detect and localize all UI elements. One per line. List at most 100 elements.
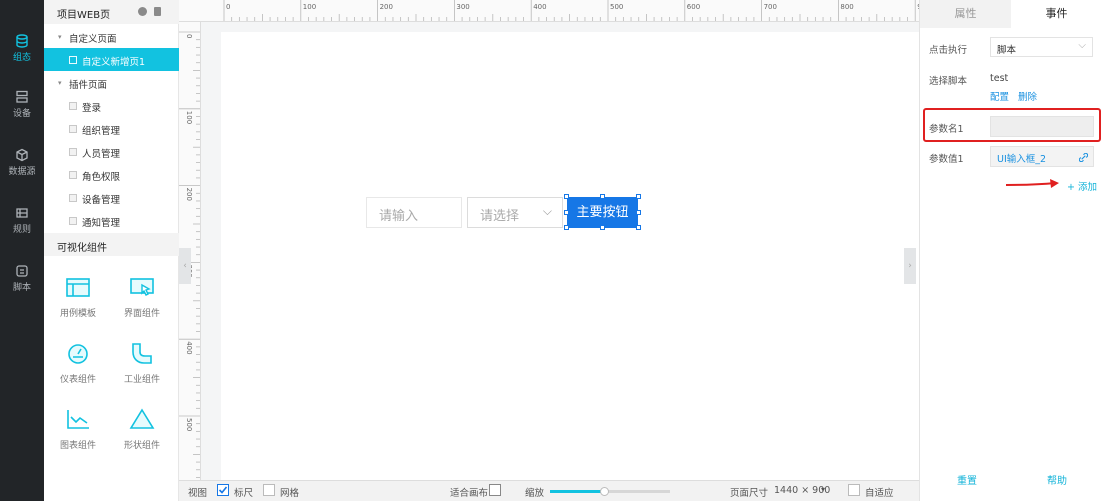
tree-item-roles[interactable]: 角色权限: [44, 163, 179, 186]
script-label: 选择脚本: [929, 76, 968, 87]
design-canvas[interactable]: [221, 32, 919, 480]
tab-events[interactable]: 事件: [1011, 0, 1102, 28]
click-action-value: 脚本: [997, 45, 1017, 56]
zoom-slider-fill: [550, 490, 604, 493]
red-arrow: [1005, 179, 1059, 188]
template-icon: [66, 278, 90, 297]
canvas-select[interactable]: 请选择 ⌵: [467, 197, 563, 228]
auto-fit-label: 自适应: [865, 488, 894, 499]
highlight-box: [923, 108, 1101, 142]
component-shape[interactable]: 形状组件: [112, 408, 172, 451]
canvas-primary-button[interactable]: 主要按钮: [567, 197, 638, 228]
zoom-slider-knob[interactable]: [600, 487, 609, 496]
reset-button[interactable]: 重置: [957, 472, 977, 487]
click-action-label: 点击执行: [929, 45, 968, 56]
link-icon[interactable]: [1079, 153, 1088, 162]
help-button[interactable]: 帮助: [1047, 472, 1067, 487]
tree-item-login[interactable]: 登录: [44, 94, 179, 117]
resize-handle[interactable]: [636, 225, 641, 230]
ruler-top: 010020030040050060070080090: [219, 0, 919, 22]
tree-item-label: 设备管理: [82, 195, 121, 206]
component-ui[interactable]: 界面组件: [112, 276, 172, 319]
resize-handle[interactable]: [600, 225, 605, 230]
ruler-top-label: 200: [380, 3, 393, 11]
component-label: 工业组件: [123, 375, 160, 385]
tree-item-label: 角色权限: [82, 172, 121, 183]
tree-item-org[interactable]: 组织管理: [44, 117, 179, 140]
ruler-corner: [179, 0, 219, 22]
delete-link[interactable]: 删除: [1018, 89, 1037, 103]
zoom-label: 缩放: [525, 488, 545, 499]
rail-item-script[interactable]: 脚本: [0, 262, 44, 302]
chevron-down-icon: ⌵: [542, 204, 552, 218]
config-link[interactable]: 配置: [990, 89, 1009, 103]
resize-handle[interactable]: [564, 194, 569, 199]
tree-item-label: 自定义新增页1: [82, 57, 146, 68]
trash-icon[interactable]: [154, 7, 161, 16]
tree-group-label: 插件页面: [69, 80, 108, 91]
component-label: 图表组件: [59, 441, 96, 451]
rail-label: 组态: [12, 53, 31, 63]
ruler-checkbox[interactable]: [217, 484, 229, 496]
fit-canvas-label[interactable]: 适合画布: [450, 485, 488, 499]
tree-item-notify[interactable]: 通知管理: [44, 209, 179, 232]
tree-header: 项目WEB页: [44, 0, 179, 24]
component-industrial[interactable]: 工业组件: [112, 342, 172, 385]
checkmark-icon: [218, 486, 228, 494]
button-label: 主要按钮: [576, 205, 629, 220]
database-icon: [16, 34, 28, 48]
tree-item-people[interactable]: 人员管理: [44, 140, 179, 163]
collapse-left-button[interactable]: ‹: [179, 248, 191, 284]
caret-down-icon[interactable]: ▾: [821, 485, 825, 494]
tree-item-devices[interactable]: 设备管理: [44, 186, 179, 209]
tree-item-label: 人员管理: [82, 149, 121, 160]
component-label: 形状组件: [123, 441, 160, 451]
resize-handle[interactable]: [636, 194, 641, 199]
rule-icon: [16, 208, 28, 218]
ruler-top-label: 600: [687, 3, 700, 11]
rail-item-config[interactable]: 组态: [0, 32, 44, 72]
collapse-right-button[interactable]: ›: [904, 248, 916, 284]
property-panel: 属性 事件 点击执行 脚本 ⌵ 选择脚本 test 配置 删除 参数名1 参数值…: [919, 0, 1102, 501]
tab-properties[interactable]: 属性: [920, 0, 1011, 28]
param-value-input[interactable]: UI输入框_2: [990, 146, 1094, 167]
resize-handle[interactable]: [636, 210, 641, 215]
select-placeholder: 请选择: [480, 209, 520, 224]
ruler-top-label: 300: [456, 3, 469, 11]
tree-item-custom-page-1[interactable]: 自定义新增页1: [44, 48, 179, 71]
chevron-down-icon: ⌵: [1078, 40, 1086, 51]
component-gauge[interactable]: 仪表组件: [48, 342, 108, 385]
grid-checkbox[interactable]: [263, 484, 275, 496]
tree-group-custom[interactable]: ▾ 自定义页面: [44, 25, 179, 48]
rail-item-datasource[interactable]: 数据源: [0, 146, 44, 186]
param-value-text: UI输入框_2: [997, 154, 1047, 165]
caret-down-icon: ▾: [58, 79, 62, 87]
resize-handle[interactable]: [600, 194, 605, 199]
ui-component-icon: [130, 278, 154, 296]
resize-handle[interactable]: [564, 210, 569, 215]
ruler-top-label: 500: [610, 3, 623, 11]
canvas-text-input[interactable]: 请输入: [366, 197, 462, 228]
add-page-icon[interactable]: [138, 7, 147, 16]
rail-item-device[interactable]: 设备: [0, 88, 44, 128]
click-action-select[interactable]: 脚本 ⌵: [990, 37, 1093, 57]
server-icon: [16, 90, 28, 103]
page-icon: [69, 217, 77, 225]
gauge-icon: [68, 344, 88, 364]
component-template[interactable]: 用例模板: [48, 276, 108, 319]
auto-fit-checkbox[interactable]: [848, 484, 860, 496]
rail-item-rule[interactable]: 规则: [0, 204, 44, 244]
tree-group-label: 自定义页面: [69, 34, 117, 45]
input-placeholder: 请输入: [379, 209, 419, 224]
tree-group-plugin[interactable]: ▾ 插件页面: [44, 71, 179, 94]
component-chart[interactable]: 图表组件: [48, 408, 108, 451]
fit-canvas-icon[interactable]: [489, 484, 501, 496]
ruler-top-label: 700: [764, 3, 777, 11]
grid-label: 网格: [280, 488, 300, 499]
zoom-slider[interactable]: [550, 487, 670, 496]
add-param-link[interactable]: + 添加: [1067, 179, 1097, 193]
resize-handle[interactable]: [564, 225, 569, 230]
app-root: 组态 设备 数据源 规则 脚本 项目WEB页 ▾ 自定义页面 自定义新增页1 ▾…: [0, 0, 1102, 501]
pipe-icon: [132, 343, 152, 364]
project-title: 项目WEB页: [57, 10, 111, 21]
